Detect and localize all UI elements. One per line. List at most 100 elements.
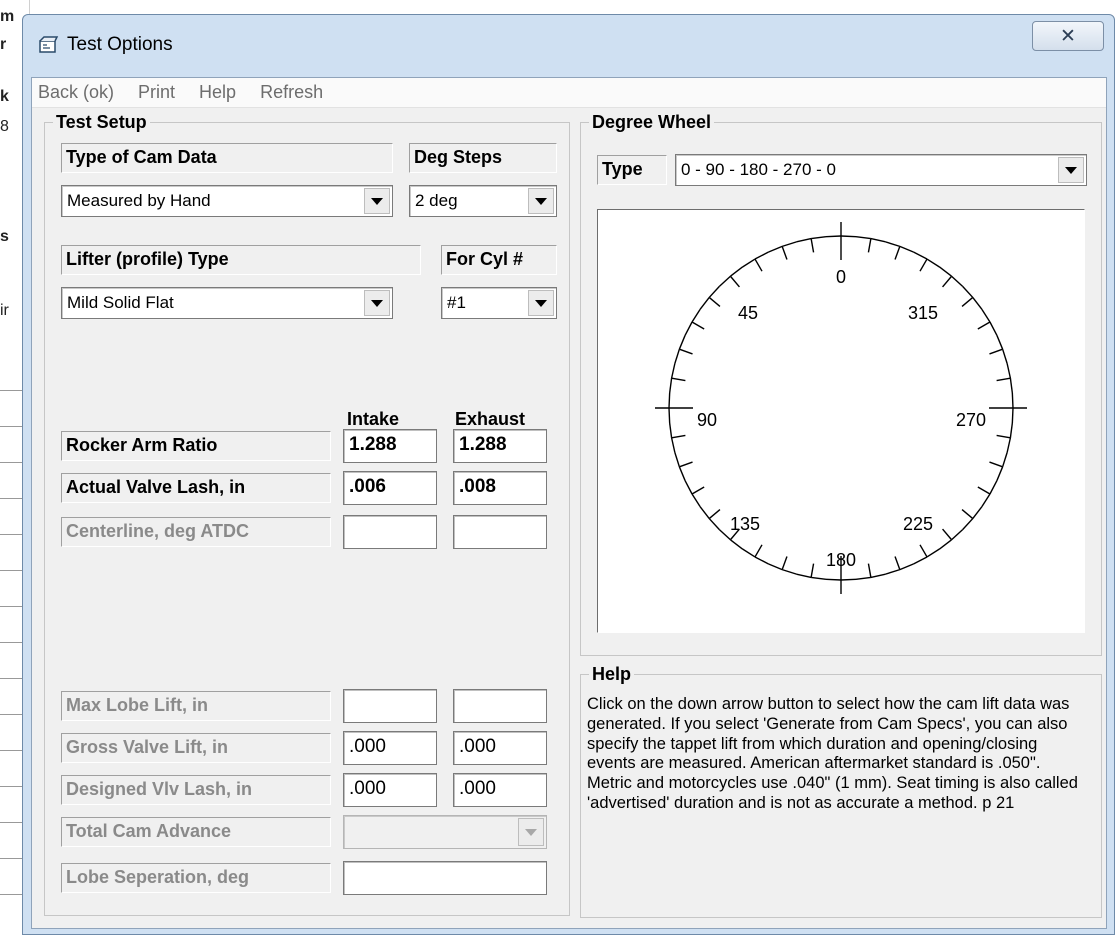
wheel-rim-segment — [678, 466, 686, 481]
wheel-rim-segment — [1001, 452, 1008, 468]
designed-lash-intake-input[interactable]: .000 — [343, 773, 437, 807]
wheel-rim-segment — [768, 563, 783, 571]
wheel-rim-segment — [699, 506, 710, 519]
chevron-down-icon[interactable] — [1058, 157, 1084, 183]
max-lobe-lift-intake-input[interactable] — [343, 689, 437, 723]
wheel-rim-segment — [811, 235, 827, 240]
wheel-tick — [810, 238, 815, 253]
close-icon: ✕ — [1060, 25, 1076, 47]
wheel-rim-segment — [825, 235, 842, 238]
max-lobe-lift-label: Max Lobe Lift, in — [61, 691, 331, 721]
test-setup-group: Test Setup Type of Cam Data Deg Steps Me… — [44, 112, 570, 916]
lifter-type-dropdown[interactable]: Mild Solid Flat — [61, 287, 393, 319]
wheel-rim-segment — [885, 241, 901, 248]
wheel-rim-segment — [670, 363, 676, 379]
wheel-rim-segment — [670, 437, 676, 453]
wheel-rim-segment — [996, 335, 1004, 350]
background-line — [0, 750, 24, 751]
wheel-tick — [989, 348, 1003, 355]
deg-steps-dropdown[interactable]: 2 deg — [409, 185, 557, 217]
valve-lash-intake-input[interactable]: .006 — [343, 471, 437, 505]
wheel-rim-segment — [668, 392, 671, 409]
close-button[interactable]: ✕ — [1032, 21, 1104, 51]
wheel-tick — [894, 246, 901, 260]
chevron-down-icon[interactable] — [528, 290, 554, 316]
wheel-rim-segment — [730, 266, 743, 277]
wheel-rim-segment — [691, 493, 701, 508]
wheel-rim-segment — [1001, 348, 1008, 364]
wheel-rim-segment — [926, 258, 941, 268]
window-app-icon — [39, 36, 59, 53]
chevron-down-icon[interactable] — [518, 818, 544, 846]
wheel-label-270: 270 — [956, 410, 986, 430]
wheel-rim-segment — [1011, 407, 1014, 424]
test-setup-title: Test Setup — [53, 112, 150, 132]
cylinder-value: #1 — [447, 293, 466, 312]
menu-bar: Back (ok) Print Help Refresh — [32, 78, 1106, 108]
background-line — [0, 822, 24, 823]
rocker-ratio-intake-input[interactable]: 1.288 — [343, 429, 437, 463]
window-title: Test Options — [67, 34, 173, 55]
lobe-separation-input[interactable] — [343, 861, 547, 895]
chevron-down-icon[interactable] — [528, 188, 554, 214]
chevron-down-icon[interactable] — [364, 290, 390, 316]
wheel-rim-segment — [1006, 437, 1012, 453]
wheel-rim-segment — [913, 251, 928, 260]
background-line — [0, 714, 24, 715]
test-options-window: Test Options ✕ Back (ok) Print Help Refr… — [22, 14, 1115, 935]
wheel-label-90: 90 — [697, 410, 717, 430]
wheel-type-dropdown[interactable]: 0 - 90 - 180 - 270 - 0 — [675, 154, 1087, 186]
for-cyl-label: For Cyl # — [441, 245, 557, 275]
wheel-tick — [961, 296, 974, 307]
centerline-intake-input[interactable] — [343, 515, 437, 549]
gross-valve-lift-intake-input[interactable]: .000 — [343, 731, 437, 765]
wheel-rim-segment — [708, 518, 720, 531]
rocker-arm-ratio-label: Rocker Arm Ratio — [61, 431, 331, 461]
wheel-tick — [671, 377, 686, 382]
wheel-tick — [942, 528, 953, 541]
wheel-label-225: 225 — [903, 514, 933, 534]
wheel-rim-segment — [981, 493, 991, 508]
wheel-rim-segment — [939, 539, 952, 550]
degree-wheel-group: Degree Wheel Type 0 - 90 - 180 - 270 - 0… — [580, 112, 1102, 656]
lifter-type-value: Mild Solid Flat — [67, 293, 174, 312]
max-lobe-lift-exhaust-input[interactable] — [453, 689, 547, 723]
wheel-tick — [708, 296, 721, 307]
wheel-tick — [867, 238, 872, 253]
menu-print[interactable]: Print — [126, 82, 187, 103]
wheel-rim-segment — [840, 578, 857, 581]
total-cam-advance-dropdown[interactable] — [343, 815, 547, 849]
wheel-rim-segment — [754, 556, 769, 565]
gross-valve-lift-exhaust-input[interactable]: .000 — [453, 731, 547, 765]
total-cam-advance-label: Total Cam Advance — [61, 817, 331, 847]
wheel-rim-segment — [1009, 422, 1014, 438]
menu-back-ok[interactable]: Back (ok) — [32, 82, 126, 103]
background-line — [0, 606, 24, 607]
wheel-rim-segment — [668, 378, 673, 394]
wheel-tick — [729, 275, 740, 288]
centerline-label: Centerline, deg ATDC — [61, 517, 331, 547]
centerline-exhaust-input[interactable] — [453, 515, 547, 549]
wheel-type-label: Type — [597, 155, 667, 185]
background-line — [0, 570, 24, 571]
menu-help[interactable]: Help — [187, 82, 248, 103]
valve-lash-exhaust-input[interactable]: .008 — [453, 471, 547, 505]
rocker-ratio-exhaust-input[interactable]: 1.288 — [453, 429, 547, 463]
type-of-cam-data-label: Type of Cam Data — [61, 143, 393, 173]
wheel-rim-segment — [741, 548, 756, 558]
background-line — [0, 678, 24, 679]
wheel-rim-segment — [691, 308, 701, 323]
chevron-down-icon[interactable] — [364, 188, 390, 214]
title-bar[interactable]: Test Options ✕ — [23, 15, 1114, 77]
actual-valve-lash-label: Actual Valve Lash, in — [61, 473, 331, 503]
wheel-tick — [691, 321, 705, 330]
background-text: r — [0, 36, 7, 53]
wheel-tick — [942, 275, 953, 288]
menu-refresh[interactable]: Refresh — [248, 82, 335, 103]
designed-lash-exhaust-input[interactable]: .000 — [453, 773, 547, 807]
lifter-type-label: Lifter (profile) Type — [61, 245, 421, 275]
cylinder-dropdown[interactable]: #1 — [441, 287, 557, 319]
help-text: Click on the down arrow button to select… — [587, 695, 1078, 812]
wheel-rim-segment — [913, 556, 928, 565]
cam-data-type-dropdown[interactable]: Measured by Hand — [61, 185, 393, 217]
